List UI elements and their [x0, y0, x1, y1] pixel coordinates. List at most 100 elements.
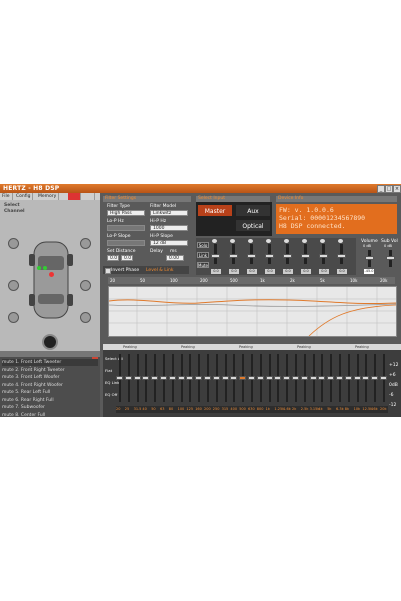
eq-band-knob[interactable] [116, 376, 123, 380]
eq-band-knob[interactable] [344, 376, 352, 380]
eq-band-knob[interactable] [327, 376, 335, 380]
eq-band-knob[interactable] [239, 376, 247, 380]
speaker-icon[interactable] [80, 280, 91, 291]
eq-band-freq-label: 1k [265, 407, 270, 411]
channel-level-knob[interactable] [319, 254, 328, 259]
lop-hz-select[interactable] [107, 225, 145, 231]
channel-select-icon[interactable] [266, 239, 271, 243]
menu-file[interactable]: File [0, 193, 13, 200]
channel-map-row[interactable]: mute 7. Subwoofer [2, 404, 98, 411]
eq-band-knob[interactable] [274, 376, 282, 380]
hip-hz-label: Hi-P Hz [150, 219, 167, 224]
eq-band-knob[interactable] [168, 376, 176, 380]
speaker-selected-icon[interactable] [49, 272, 54, 277]
distance-field-1[interactable]: 0.0 [107, 255, 119, 261]
channel-level-knob[interactable] [211, 254, 220, 259]
channel-level-knob[interactable] [229, 254, 238, 259]
eq-band-knob[interactable] [195, 376, 203, 380]
eq-band-knob[interactable] [204, 376, 211, 380]
eq-band-knob[interactable] [177, 376, 185, 380]
eq-band-knob[interactable] [362, 376, 370, 380]
channel-level-knob[interactable] [283, 254, 292, 259]
eq-band-knob[interactable] [212, 376, 220, 380]
solo-button[interactable]: Solo [197, 242, 209, 248]
eq-band-knob[interactable] [318, 376, 326, 380]
settings-icon[interactable] [82, 193, 95, 200]
eq-band-knob[interactable] [300, 376, 308, 380]
channel-map-row[interactable]: mute 1. Front Left Tweeter [2, 359, 98, 366]
eq-band-freq-label: 31.5 [133, 407, 142, 411]
delay-field[interactable]: 0.00 [166, 255, 184, 261]
eq-band-knob[interactable] [283, 376, 291, 380]
input-aux-button[interactable]: Aux [235, 204, 271, 217]
eq-band-knob[interactable] [371, 376, 379, 380]
filter-type-select[interactable]: High Pass [107, 210, 145, 216]
channel-select-icon[interactable] [284, 239, 289, 243]
menu-config[interactable]: Config [14, 193, 34, 200]
eq-band-knob[interactable] [133, 376, 141, 380]
volume-knob[interactable] [365, 256, 374, 260]
channel-level-knob[interactable] [247, 254, 256, 259]
frequency-axis: 20 50 100 200 500 1k 2k 5k 10k 20k [108, 277, 395, 284]
subwoofer-icon[interactable] [42, 334, 58, 350]
channel-level-value: 0.0 [265, 269, 275, 274]
eq-control-label[interactable]: EQ Off [105, 392, 117, 397]
channel-select-icon[interactable] [230, 239, 235, 243]
speaker-front-left-icon[interactable] [37, 266, 41, 270]
maximize-icon[interactable]: □ [385, 185, 393, 193]
eq-control-label[interactable]: EQ Link [105, 380, 119, 385]
speaker-icon[interactable] [80, 312, 91, 323]
channel-map-row[interactable]: mute 5. Rear Left Full [2, 389, 98, 396]
delay-unit: ms [170, 249, 177, 254]
mute-button[interactable]: Mute [197, 262, 209, 268]
channel-level-knob[interactable] [265, 254, 274, 259]
eq-band-knob[interactable] [151, 376, 159, 380]
eq-band-knob[interactable] [248, 376, 255, 380]
eq-band-knob[interactable] [353, 376, 361, 380]
minimize-icon[interactable]: _ [377, 185, 385, 193]
channel-select-icon[interactable] [248, 239, 253, 243]
input-master-button[interactable]: Master [197, 204, 233, 217]
eq-band-knob[interactable] [336, 376, 343, 380]
channel-level-knob[interactable] [337, 254, 346, 259]
speaker-icon[interactable] [80, 238, 91, 249]
eq-band-knob[interactable] [380, 376, 387, 380]
filter-model-select[interactable]: Linkwitz [150, 210, 188, 216]
eq-band-knob[interactable] [309, 376, 317, 380]
speaker-icon[interactable] [8, 280, 19, 291]
channel-select-icon[interactable] [302, 239, 307, 243]
distance-field-2[interactable]: 0.0 [121, 255, 133, 261]
channel-level-value: 0.0 [211, 269, 221, 274]
link-button[interactable]: Link [197, 252, 209, 258]
eq-band-knob[interactable] [230, 376, 238, 380]
channel-select-icon[interactable] [320, 239, 325, 243]
channel-select-icon[interactable] [212, 239, 217, 243]
eq-band-knob[interactable] [124, 376, 132, 380]
warning-icon[interactable] [68, 193, 81, 200]
channel-map-row[interactable]: mute 8. Center Full [2, 412, 98, 418]
channel-select-icon[interactable] [338, 239, 343, 243]
speaker-front-right-icon[interactable] [43, 266, 47, 270]
hip-slope-select[interactable]: 12 dB [150, 240, 188, 246]
channel-map-row[interactable]: mute 6. Rear Right Full [2, 397, 98, 404]
input-optical-button[interactable]: Optical [235, 219, 271, 232]
channel-level-knob[interactable] [301, 254, 310, 259]
hip-hz-select[interactable]: 1000 [150, 225, 188, 231]
speaker-icon[interactable] [8, 238, 19, 249]
eq-band-knob[interactable] [160, 376, 167, 380]
eq-band-knob[interactable] [265, 376, 273, 380]
speaker-icon[interactable] [8, 312, 19, 323]
close-icon[interactable]: × [393, 185, 401, 193]
channel-map-row[interactable]: mute 3. Front Left Woofer [2, 374, 98, 381]
eq-band-knob[interactable] [142, 376, 150, 380]
eq-band-knob[interactable] [186, 376, 194, 380]
menu-memory[interactable]: Memory [36, 193, 60, 200]
eq-band-knob[interactable] [221, 376, 229, 380]
eq-band-knob[interactable] [256, 376, 264, 380]
eq-band-knob[interactable] [292, 376, 299, 380]
sub-vol-knob[interactable] [386, 256, 395, 260]
eq-control-label[interactable]: Flat [105, 368, 112, 373]
lop-slope-select[interactable] [107, 240, 145, 246]
channel-map-row[interactable]: mute 4. Front Right Woofer [2, 382, 98, 389]
channel-map-row[interactable]: mute 2. Front Right Tweeter [2, 367, 98, 374]
